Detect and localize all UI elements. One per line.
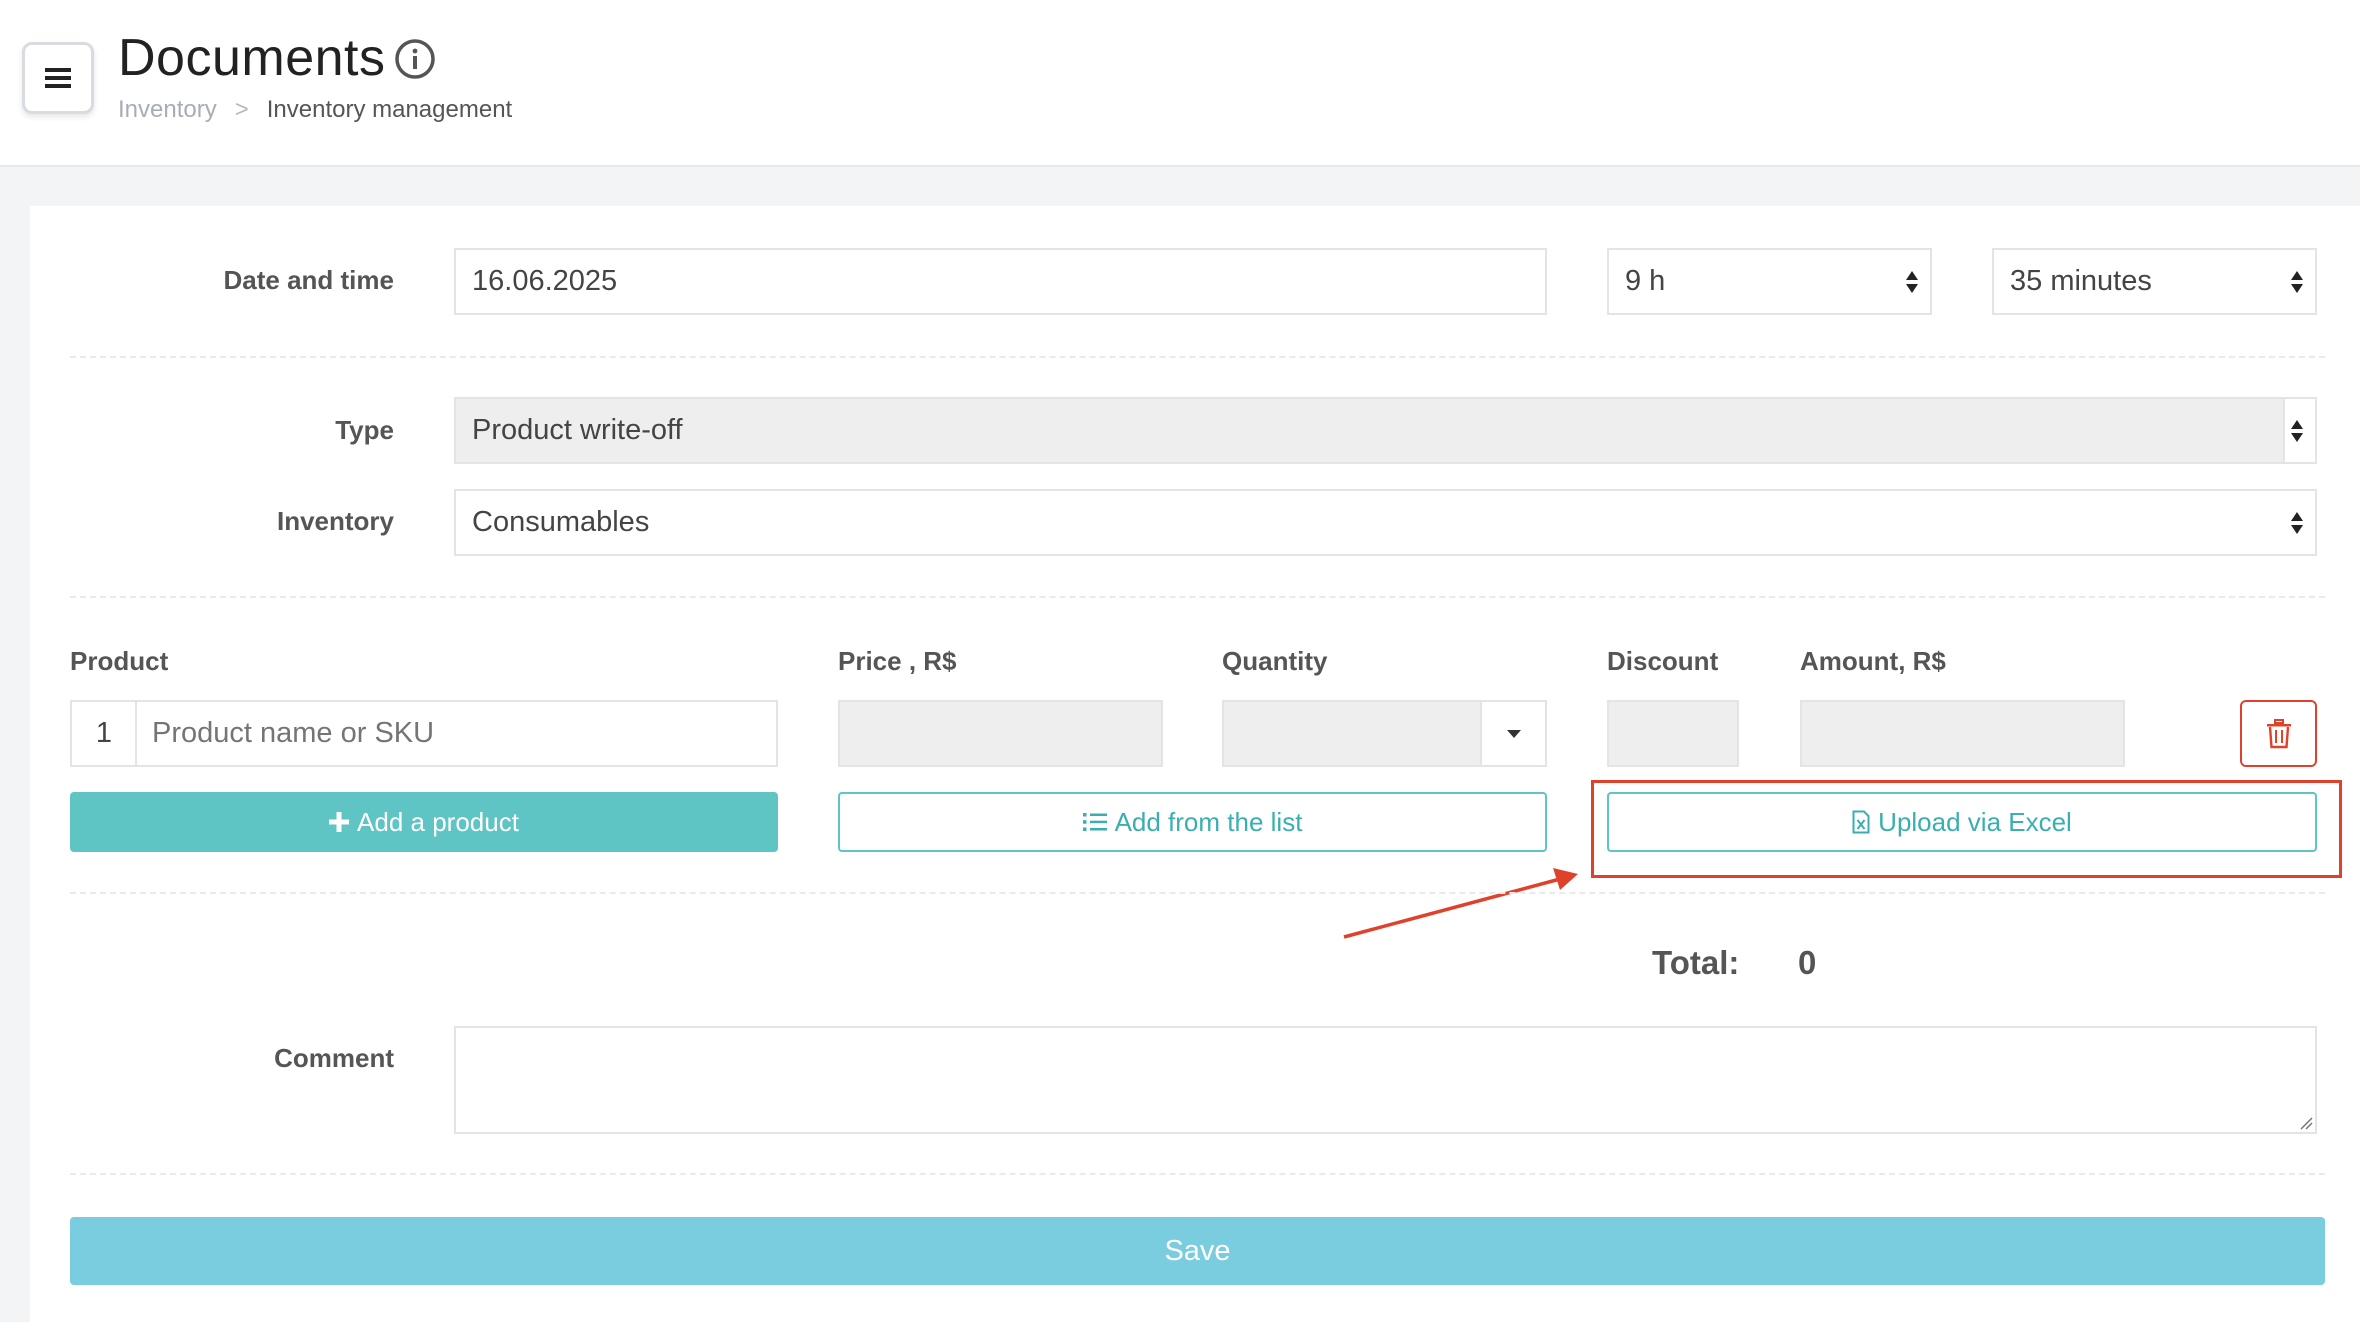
page-title: Documents (118, 29, 386, 87)
product-column-header: Product (70, 646, 169, 676)
comment-label: Comment (274, 1043, 394, 1073)
discount-column-header: Discount (1607, 646, 1719, 676)
breadcrumb-item-inventory-management: Inventory management (266, 96, 513, 123)
quantity-input[interactable] (1222, 700, 1482, 767)
row-number-value: 1 (95, 717, 113, 749)
caret-down-icon (1506, 729, 1521, 738)
date-time-label: Date and time (223, 265, 395, 295)
amount-input[interactable] (1800, 700, 2125, 767)
date-value: 16.06.2025 (472, 265, 618, 297)
row-number: 1 (70, 700, 136, 767)
section-divider (70, 356, 2325, 358)
inventory-label: Inventory (276, 506, 394, 536)
menu-icon (45, 68, 71, 88)
select-arrows-icon (2291, 511, 2303, 534)
annotation-highlight-box (1591, 780, 2342, 878)
save-button[interactable]: Save (70, 1217, 2325, 1285)
comment-textarea[interactable] (454, 1026, 2317, 1134)
type-value: Product write-off (472, 414, 683, 446)
trash-icon (2266, 718, 2291, 748)
menu-button[interactable] (22, 42, 94, 114)
total-value: 0 (1798, 944, 1817, 981)
price-input[interactable] (838, 700, 1163, 767)
discount-input[interactable] (1607, 700, 1739, 767)
breadcrumb-item-inventory[interactable]: Inventory (118, 96, 217, 124)
inventory-value: Consumables (472, 506, 650, 538)
amount-column-header: Amount, R$ (1800, 646, 1946, 676)
breadcrumb: Inventory > Inventory management (118, 96, 512, 124)
save-label: Save (1164, 1234, 1231, 1267)
quantity-unit-dropdown[interactable] (1480, 700, 1547, 767)
add-product-button[interactable]: Add a product (70, 792, 778, 852)
price-column-header: Price , R$ (838, 646, 957, 676)
inventory-select[interactable]: Consumables (454, 489, 2317, 556)
resize-handle-icon[interactable] (2299, 1116, 2313, 1130)
minute-value: 35 minutes (2010, 265, 2152, 297)
quantity-column-header: Quantity (1222, 646, 1328, 676)
total-label: Total: (1652, 944, 1740, 981)
page-header: Documents Inventory > Inventory manageme… (0, 0, 2360, 167)
list-icon (1082, 813, 1107, 831)
plus-icon (329, 812, 350, 832)
select-arrows-icon (2291, 419, 2303, 442)
info-icon[interactable] (394, 38, 436, 80)
select-arrows-icon (2291, 270, 2303, 293)
minute-select[interactable]: 35 minutes (1992, 248, 2317, 315)
section-divider (70, 892, 2325, 894)
hour-value: 9 h (1625, 265, 1666, 297)
hour-select[interactable]: 9 h (1607, 248, 1932, 315)
section-divider (70, 1173, 2325, 1175)
select-arrows-icon (1906, 270, 1918, 293)
annotation-arrow-icon (1343, 868, 1578, 939)
date-input[interactable]: 16.06.2025 (454, 248, 1547, 315)
delete-row-button[interactable] (2240, 700, 2317, 767)
add-from-list-button[interactable]: Add from the list (838, 792, 1547, 852)
type-select[interactable]: Product write-off (454, 397, 2317, 464)
section-divider (70, 596, 2325, 598)
add-product-label: Add a product (357, 806, 519, 837)
product-search-input[interactable] (135, 700, 778, 767)
chevron-right-icon: > (234, 96, 249, 123)
add-from-list-label: Add from the list (1114, 806, 1303, 837)
type-label: Type (335, 415, 394, 445)
